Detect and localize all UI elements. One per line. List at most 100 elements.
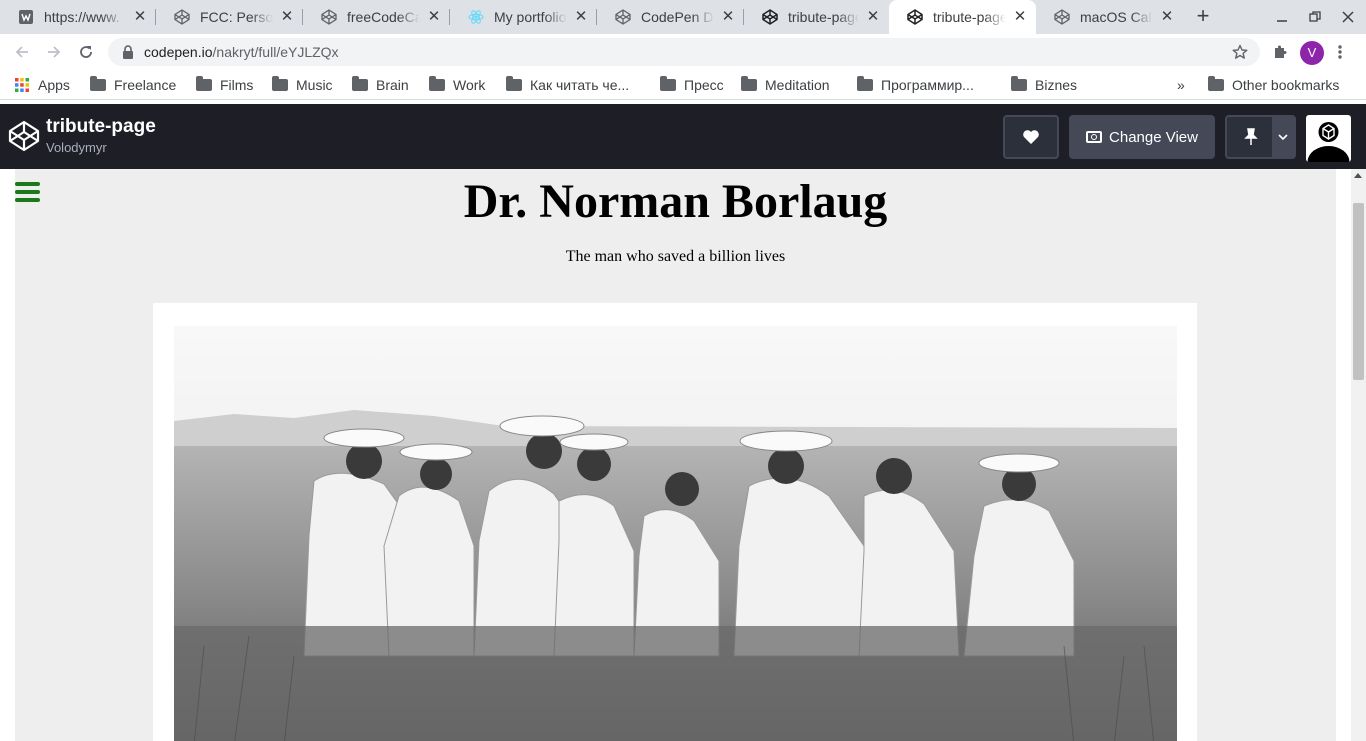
- reload-icon[interactable]: [73, 39, 99, 65]
- address-bar[interactable]: codepen.io/nakryt/full/eYJLZQx: [108, 38, 1260, 66]
- bookmark-label: Apps: [38, 77, 70, 93]
- tab-strip: https://www. ✕ FCC: Personal ✕ freeCodeC…: [0, 0, 1366, 34]
- new-tab-button[interactable]: +: [1190, 5, 1216, 29]
- kebab-menu-icon[interactable]: [1327, 39, 1353, 65]
- bookmark-label: Программир...: [881, 77, 974, 93]
- bookmark-apps[interactable]: Apps: [14, 74, 70, 96]
- user-avatar[interactable]: [1306, 115, 1351, 162]
- codepen-logo-icon[interactable]: [8, 120, 40, 152]
- tribute-main: Dr. Norman Borlaug The man who saved a b…: [15, 169, 1336, 741]
- close-icon[interactable]: ✕: [132, 9, 148, 25]
- codepen-icon: [321, 9, 337, 25]
- bookmark-folder[interactable]: Biznes: [1011, 74, 1077, 96]
- tab-title: freeCodeCamp: [347, 9, 420, 25]
- bookmark-label: Meditation: [765, 77, 830, 93]
- bookmark-folder[interactable]: Music: [272, 74, 333, 96]
- bookmarks-overflow-chevron[interactable]: »: [1177, 74, 1185, 96]
- close-icon[interactable]: ✕: [426, 9, 442, 25]
- tab-6[interactable]: tribute-page ✕: [744, 0, 889, 34]
- star-icon[interactable]: [1232, 44, 1248, 60]
- codepen-icon: [174, 9, 190, 25]
- folder-icon: [857, 76, 873, 91]
- pen-author[interactable]: Volodymyr: [46, 140, 107, 155]
- scroll-up-arrow-icon[interactable]: [1354, 173, 1362, 178]
- back-arrow-icon[interactable]: [9, 39, 35, 65]
- tab-title: My portfolio: [494, 9, 567, 25]
- close-icon[interactable]: ✕: [1159, 9, 1175, 25]
- url-host: codepen.io: [144, 44, 213, 60]
- tab-8[interactable]: macOS Calculator ✕: [1036, 0, 1183, 34]
- bookmark-label: Brain: [376, 77, 409, 93]
- folder-icon: [272, 76, 288, 91]
- change-view-button[interactable]: Change View: [1069, 115, 1215, 159]
- bookmark-folder[interactable]: Пресс: [660, 74, 724, 96]
- change-view-label: Change View: [1109, 128, 1198, 146]
- folder-icon: [741, 76, 757, 91]
- bookmark-label: Biznes: [1035, 77, 1078, 93]
- image-card: [153, 303, 1197, 741]
- folder-icon: [1208, 76, 1224, 91]
- other-bookmarks-label: Other bookmarks: [1232, 77, 1340, 93]
- view-icon: [1086, 131, 1103, 143]
- react-icon: [468, 9, 484, 25]
- page-subtitle: The man who saved a billion lives: [565, 248, 786, 265]
- restore-icon[interactable]: [1297, 0, 1333, 34]
- url-path: /nakryt/full/eYJLZQx: [212, 44, 339, 60]
- tab-title: tribute-page: [788, 9, 859, 25]
- minimize-icon[interactable]: [1264, 0, 1300, 34]
- pin-icon[interactable]: [1227, 117, 1275, 157]
- bookmark-folder[interactable]: Как читать че...: [506, 74, 629, 96]
- extensions-puzzle-icon[interactable]: [1267, 39, 1293, 65]
- tab-2[interactable]: FCC: Personal ✕: [156, 0, 303, 34]
- folder-icon: [352, 76, 368, 91]
- folder-icon: [660, 76, 676, 91]
- bookmark-label: Work: [453, 77, 486, 93]
- codepen-icon: [1054, 9, 1070, 25]
- tab-1[interactable]: https://www. ✕: [0, 0, 156, 34]
- folder-icon: [1011, 76, 1027, 91]
- forward-arrow-icon[interactable]: [41, 39, 67, 65]
- browser-toolbar: codepen.io/nakryt/full/eYJLZQx: [0, 34, 1366, 70]
- bookmark-folder[interactable]: Films: [196, 74, 253, 96]
- bookmark-folder[interactable]: Meditation: [741, 74, 830, 96]
- folder-icon: [506, 76, 522, 91]
- scroll-thumb[interactable]: [1353, 203, 1364, 380]
- folder-icon: [90, 76, 106, 91]
- bookmark-label: Пресс: [684, 77, 724, 93]
- heart-icon: [1022, 129, 1040, 145]
- bookmark-folder[interactable]: Программир...: [857, 74, 974, 96]
- codepen-icon: [907, 9, 923, 25]
- tab-title: https://www.: [44, 9, 120, 25]
- tab-7-active[interactable]: tribute-page ✕: [889, 0, 1036, 34]
- tab-4[interactable]: My portfolio ✕: [450, 0, 597, 34]
- bookmark-label: Как читать че...: [530, 77, 630, 93]
- tab-5[interactable]: CodePen Dashboard ✕: [597, 0, 744, 34]
- bookmarks-bar: Apps Freelance Films Music Brain Work Ка…: [0, 70, 1366, 100]
- lock-icon: [122, 45, 134, 59]
- close-icon[interactable]: ✕: [573, 9, 589, 25]
- window-close-icon[interactable]: [1330, 0, 1366, 34]
- page-viewport: Dr. Norman Borlaug The man who saved a b…: [0, 169, 1366, 741]
- close-icon[interactable]: ✕: [279, 9, 295, 25]
- bookmark-folder[interactable]: Freelance: [90, 74, 176, 96]
- bookmark-folder[interactable]: Brain: [352, 74, 409, 96]
- close-icon[interactable]: ✕: [720, 9, 736, 25]
- chevron-down-icon[interactable]: [1272, 117, 1294, 157]
- bookmark-label: Freelance: [114, 77, 177, 93]
- other-bookmarks[interactable]: Other bookmarks: [1208, 74, 1339, 96]
- bookmark-label: Music: [296, 77, 333, 93]
- tab-title: tribute-page: [933, 9, 1006, 25]
- profile-avatar[interactable]: V: [1300, 41, 1324, 65]
- w-icon: [18, 9, 34, 25]
- bookmark-label: Films: [220, 77, 254, 93]
- bookmark-folder[interactable]: Work: [429, 74, 485, 96]
- page-scrollbar[interactable]: [1351, 169, 1366, 741]
- folder-icon: [429, 76, 445, 91]
- tab-3[interactable]: freeCodeCamp ✕: [303, 0, 450, 34]
- tab-title: FCC: Personal: [200, 9, 273, 25]
- like-button[interactable]: [1003, 115, 1059, 159]
- close-icon[interactable]: ✕: [865, 9, 881, 25]
- codepen-icon: [762, 9, 778, 25]
- close-icon[interactable]: ✕: [1012, 9, 1028, 25]
- pen-title: tribute-page: [46, 116, 156, 137]
